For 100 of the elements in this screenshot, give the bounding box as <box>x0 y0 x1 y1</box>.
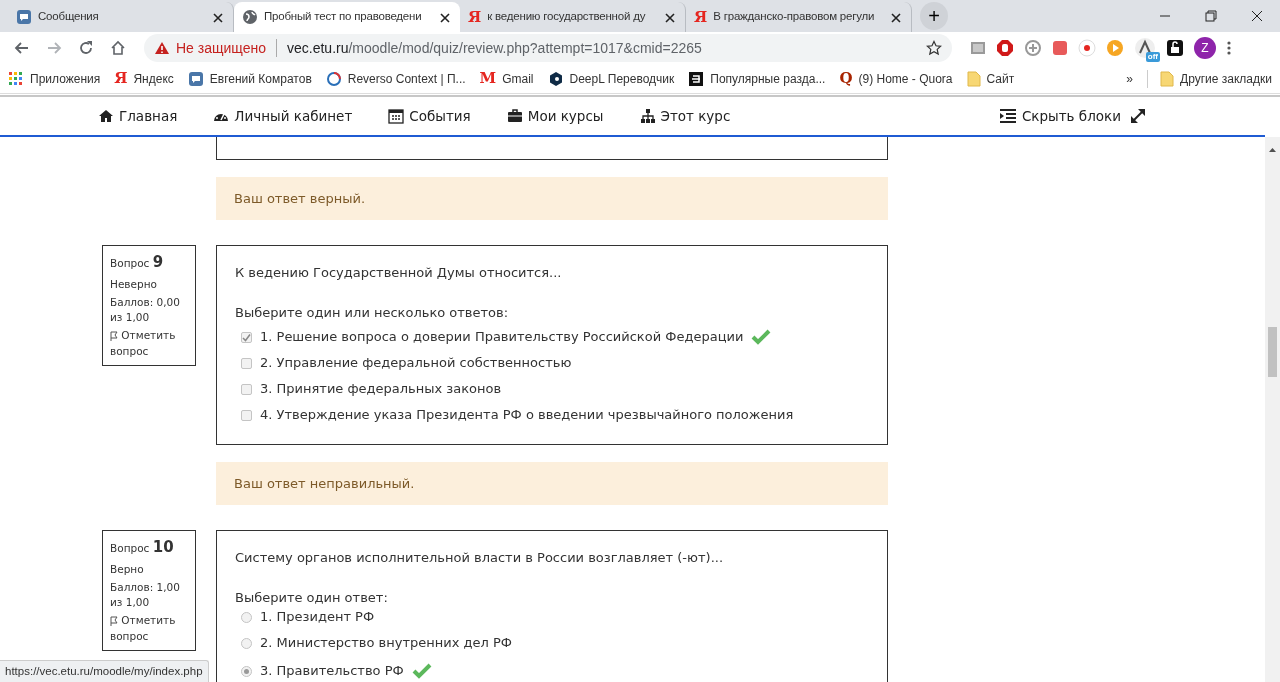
bookmark[interactable]: Яндекс <box>133 69 174 88</box>
tab-title: к ведению государственной ду <box>487 9 647 25</box>
feedback-text: Ваш ответ верный. <box>234 189 366 208</box>
close-icon[interactable] <box>891 13 901 24</box>
answer-label: 2. Управление федеральной собственностью <box>260 354 572 373</box>
extension-icon[interactable] <box>970 40 986 56</box>
calendar-icon <box>388 108 405 124</box>
tab-title: В гражданско-правовом регули <box>713 9 876 25</box>
answer-prompt: Выберите один или несколько ответов: <box>235 303 510 322</box>
close-icon[interactable] <box>440 13 450 24</box>
flag-icon <box>110 616 118 627</box>
answer-label: 3. Правительство РФ <box>260 662 404 681</box>
radio-button[interactable] <box>241 611 252 623</box>
nav-link[interactable]: Личный кабинет <box>213 105 353 127</box>
answer-prompt: Выберите один ответ: <box>235 588 389 607</box>
hide-blocks-link[interactable]: Скрыть блоки <box>998 105 1121 127</box>
correct-check-icon <box>411 663 432 679</box>
question-text: К ведению Государственной Думы относится... <box>235 264 563 282</box>
yandex-logo[interactable]: Я <box>114 71 128 86</box>
question-grade: Баллов: 1,00 из 1,00 <box>110 579 181 611</box>
browser-tab[interactable]: Пробный тест по правоведени <box>234 2 460 32</box>
question-number: Вопрос 9 <box>110 252 165 273</box>
close-icon[interactable] <box>665 13 675 24</box>
sitemap-icon <box>639 108 656 124</box>
more-bookmarks-button[interactable]: » <box>1126 69 1134 88</box>
close-icon[interactable] <box>213 13 223 24</box>
answer-label: 1. Решение вопроса о доверии Правительству Российской Федерации <box>260 328 744 347</box>
expand-icon[interactable] <box>1129 107 1147 125</box>
url-text: vec.etu.ru/moodle/mod/quiz/review.php?attempt=1017&cmid=2265 <box>287 38 702 58</box>
apps-icon[interactable] <box>8 70 24 87</box>
flag-question-link[interactable]: Отметить вопрос <box>110 328 188 359</box>
lock-icon[interactable] <box>1166 39 1184 57</box>
bookmark[interactable]: Gmail <box>502 69 534 88</box>
back-icon[interactable] <box>14 40 30 56</box>
flag-icon <box>110 331 118 342</box>
forward-icon[interactable] <box>46 40 62 56</box>
mail-logo[interactable]: M <box>479 71 497 86</box>
question-text: Систему органов исполнительной власти в России возглавляет (-ют)... <box>235 549 725 567</box>
reload-icon[interactable] <box>78 40 94 56</box>
checkbox[interactable] <box>241 383 252 395</box>
globe-icon <box>242 9 258 25</box>
bookmark[interactable]: DeepL Переводчик <box>569 69 675 88</box>
question-state: Неверно <box>110 276 158 292</box>
scroll-thumb[interactable] <box>1268 327 1277 377</box>
address-bar[interactable]: Не защищено vec.etu.ru/moodle/mod/quiz/review.php?attempt=1017&cmid=2265 <box>144 34 952 62</box>
radio-button[interactable] <box>241 665 252 677</box>
flag-question-link[interactable]: Отметить вопрос <box>110 613 188 644</box>
chat-icon <box>16 9 32 25</box>
bookmark[interactable]: (9) Home - Quora <box>858 69 953 88</box>
nav-link[interactable]: Главная <box>98 105 178 127</box>
question-state: Верно <box>110 561 145 577</box>
feedback-text: Ваш ответ неправильный. <box>234 474 415 493</box>
quora-logo[interactable]: Q <box>839 71 853 86</box>
tab-title: Пробный тест по правоведени <box>264 9 423 25</box>
extension-icon[interactable] <box>1024 39 1042 57</box>
briefcase-icon <box>506 108 523 124</box>
play-icon[interactable] <box>1106 39 1124 57</box>
browser-tab[interactable]: Я В гражданско-правовом регули <box>686 2 912 32</box>
chat-icon[interactable] <box>187 70 204 87</box>
home-icon[interactable] <box>110 40 126 56</box>
nav-link[interactable]: Этот курс <box>639 105 731 127</box>
yandex-logo: Я <box>694 9 708 25</box>
star-icon[interactable] <box>926 40 942 56</box>
status-url: https://vec.etu.ru/moodle/my/index.php <box>0 659 209 682</box>
extension-icon[interactable] <box>1052 40 1068 56</box>
warning-icon <box>154 41 170 55</box>
e-icon[interactable] <box>688 70 705 87</box>
question-number: Вопрос 10 <box>110 537 175 558</box>
menu-icon[interactable] <box>1226 40 1232 56</box>
checkbox[interactable] <box>241 357 252 369</box>
checkmark-icon <box>242 332 251 342</box>
tab-title: Сообщения <box>38 9 100 25</box>
scrollbar[interactable] <box>1265 137 1280 682</box>
bookmark[interactable]: Сайт <box>986 69 1015 88</box>
correct-check-icon <box>751 329 772 345</box>
answer-label: 4. Утверждение указа Президента РФ о введении чрезвычайного положения <box>260 406 794 425</box>
bookmark[interactable]: Другие закладки <box>1180 69 1272 88</box>
bookmark[interactable]: Reverso Context | П... <box>347 69 466 88</box>
bookmark[interactable]: Евгений Комратов <box>209 69 312 88</box>
answer-label: 3. Принятие федеральных законов <box>260 380 502 399</box>
deepl-icon[interactable] <box>547 70 564 87</box>
browser-tab[interactable]: Сообщения <box>8 2 234 32</box>
profile-avatar[interactable]: Z <box>1194 37 1216 59</box>
yandex-logo: Я <box>468 9 482 25</box>
nav-link[interactable]: Мои курсы <box>506 105 604 127</box>
nav-link[interactable]: События <box>388 105 471 127</box>
bookmark[interactable]: Приложения <box>30 69 101 88</box>
bookmark[interactable]: Популярные разда... <box>710 69 826 88</box>
radio-button[interactable] <box>241 637 252 649</box>
security-warning: Не защищено <box>176 38 266 58</box>
indent-icon <box>998 108 1017 124</box>
reverso-icon[interactable] <box>325 70 342 87</box>
browser-tab[interactable]: Я к ведению государственной ду <box>460 2 686 32</box>
checkbox[interactable] <box>241 331 252 343</box>
checkbox[interactable] <box>241 409 252 421</box>
home-icon <box>98 108 114 124</box>
answer-label: 1. Президент РФ <box>260 608 375 627</box>
stop-sign-icon[interactable] <box>996 39 1014 57</box>
answer-label: 2. Министерство внутренних дел РФ <box>260 634 512 653</box>
new-tab-button[interactable]: + <box>920 2 948 30</box>
